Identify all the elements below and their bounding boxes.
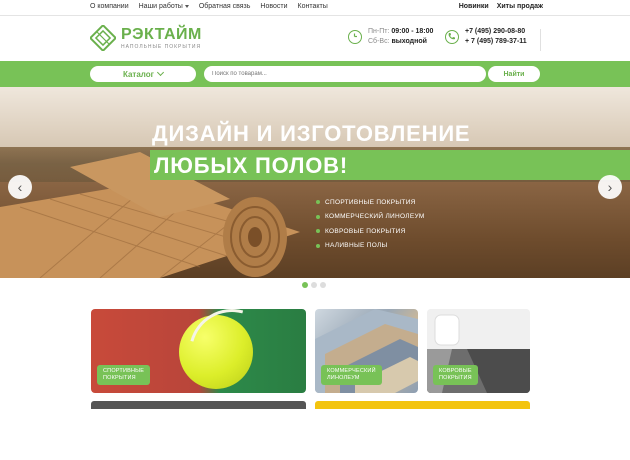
hero-title-line1: ДИЗАЙН И ИЗГОТОВЛЕНИЕ — [152, 121, 471, 146]
top-nav-right: Новинки Хиты продаж — [459, 3, 543, 10]
tile-label: КОММЕРЧЕСКИЙ ЛИНОЛЕУМ — [321, 365, 382, 385]
site-header: РЭКТАЙМ НАПОЛЬНЫЕ ПОКРЫТИЯ Пн-Пт: 09:00 … — [0, 17, 630, 61]
weekday-hours: 09:00 - 18:00 — [391, 28, 434, 35]
logo[interactable]: РЭКТАЙМ НАПОЛЬНЫЕ ПОКРЫТИЯ — [90, 25, 202, 51]
nav-item-about[interactable]: О компании — [90, 3, 129, 10]
slider-next-button[interactable]: › — [598, 175, 622, 199]
weekday-label: Пн-Пт: — [368, 28, 390, 35]
tile-label-line2: ПОКРЫТИЯ — [439, 375, 472, 381]
slider-pagination — [302, 282, 326, 288]
phone-icon — [445, 30, 459, 44]
nav-item-bestsellers[interactable]: Хиты продаж — [497, 3, 543, 10]
chevron-right-icon: › — [607, 179, 613, 195]
tile-label: СПОРТИВНЫЕ ПОКРЫТИЯ — [97, 365, 151, 385]
top-nav-menu: О компании Наши работы Обратная связь Но… — [90, 3, 328, 10]
tile-label-line1: КОММЕРЧЕСКИЙ — [327, 368, 376, 374]
catalog-label: Каталог — [123, 69, 154, 79]
search-bar: Каталог Найти — [0, 61, 630, 87]
chevron-down-icon — [156, 68, 165, 77]
hero-list-item: КОММЕРЧЕСКИЙ ЛИНОЛЕУМ — [316, 210, 425, 225]
phone-secondary[interactable]: + 7 (495) 789-37-11 — [465, 37, 527, 47]
nav-item-new-products[interactable]: Новинки — [459, 3, 489, 10]
category-tile-carpet[interactable]: КОВРОВЫЕ ПОКРЫТИЯ — [427, 309, 530, 393]
search-button[interactable]: Найти — [488, 66, 540, 82]
weekend-hours: выходной — [391, 38, 427, 45]
nav-item-our-works-label: Наши работы — [138, 3, 183, 10]
tile-label: КОВРОВЫЕ ПОКРЫТИЯ — [433, 365, 478, 385]
hero-list-item: СПОРТИВНЫЕ ПОКРЫТИЯ — [316, 195, 425, 210]
logo-name: РЭКТАЙМ — [121, 25, 202, 43]
nav-item-news[interactable]: Новости — [260, 3, 287, 10]
logo-diamond-icon — [90, 25, 116, 51]
chevron-down-icon — [184, 4, 189, 8]
slider-dot-3[interactable] — [320, 282, 326, 288]
clock-icon — [348, 30, 362, 44]
catalog-button[interactable]: Каталог — [90, 66, 196, 82]
phones-text: +7 (495) 290-08-80 + 7 (495) 789-37-11 — [465, 27, 527, 47]
category-tile-partial-1[interactable] — [91, 401, 306, 409]
hero-slider: ДИЗАЙН И ИЗГОТОВЛЕНИЕ ЛЮБЫХ ПОЛОВ! СПОРТ… — [0, 87, 630, 278]
hero-category-list: СПОРТИВНЫЕ ПОКРЫТИЯ КОММЕРЧЕСКИЙ ЛИНОЛЕУ… — [316, 195, 425, 253]
phone-numbers: +7 (495) 290-08-80 + 7 (495) 789-37-11 — [445, 27, 527, 47]
nav-item-feedback[interactable]: Обратная связь — [199, 3, 251, 10]
tile-label-line1: СПОРТИВНЫЕ — [103, 368, 145, 374]
category-tile-sport-flooring[interactable]: СПОРТИВНЫЕ ПОКРЫТИЯ — [91, 309, 306, 393]
phone-primary[interactable]: +7 (495) 290-08-80 — [465, 27, 527, 37]
slider-dot-2[interactable] — [311, 282, 317, 288]
weekend-label: Сб-Вс: — [368, 38, 390, 45]
category-tile-partial-2[interactable] — [315, 401, 530, 409]
tile-label-line1: КОВРОВЫЕ — [439, 368, 472, 374]
hours-text: Пн-Пт: 09:00 - 18:00 Сб-Вс: выходной — [368, 27, 433, 47]
hero-list-item: КОВРОВЫЕ ПОКРЫТИЯ — [316, 224, 425, 239]
header-divider — [540, 29, 541, 51]
top-navigation: О компании Наши работы Обратная связь Но… — [0, 0, 630, 16]
logo-tagline: НАПОЛЬНЫЕ ПОКРЫТИЯ — [121, 43, 202, 50]
nav-item-contacts[interactable]: Контакты — [298, 3, 328, 10]
chevron-left-icon: ‹ — [17, 179, 23, 195]
slider-dot-1[interactable] — [302, 282, 308, 288]
search-input[interactable] — [204, 66, 486, 82]
tennis-ball-image — [179, 315, 253, 389]
hero-list-item: НАЛИВНЫЕ ПОЛЫ — [316, 239, 425, 254]
logo-text: РЭКТАЙМ НАПОЛЬНЫЕ ПОКРЫТИЯ — [121, 25, 202, 50]
hero-title-line2: ЛЮБЫХ ПОЛОВ! — [154, 153, 349, 178]
category-tile-commercial-linoleum[interactable]: КОММЕРЧЕСКИЙ ЛИНОЛЕУМ — [315, 309, 418, 393]
nav-item-our-works[interactable]: Наши работы — [139, 3, 189, 10]
tile-label-line2: ЛИНОЛЕУМ — [327, 375, 360, 381]
slider-prev-button[interactable]: ‹ — [8, 175, 32, 199]
tile-label-line2: ПОКРЫТИЯ — [103, 375, 136, 381]
working-hours: Пн-Пт: 09:00 - 18:00 Сб-Вс: выходной — [348, 27, 433, 47]
